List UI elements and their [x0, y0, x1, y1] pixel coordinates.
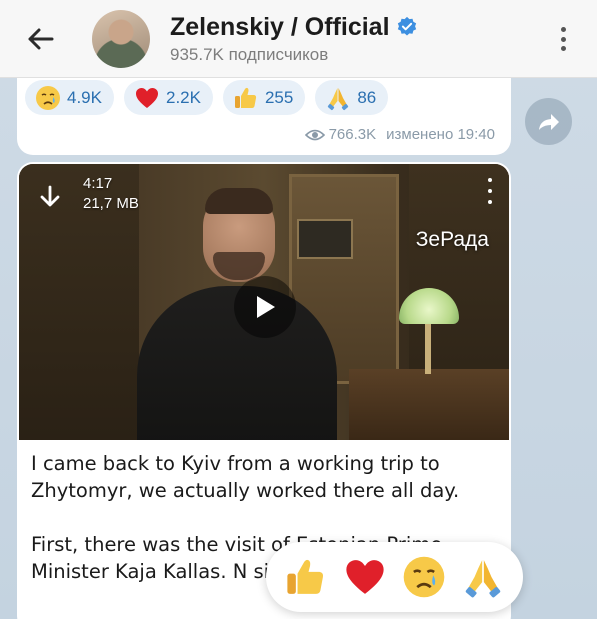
video-scene-lamp-stand [425, 324, 431, 374]
video-meta: 4:17 21,7 MB [83, 174, 139, 214]
message-meta: 766.3K изменено 19:40 [304, 126, 495, 143]
picker-folded-hands[interactable] [458, 552, 508, 602]
verified-icon [397, 16, 416, 36]
chat-header: Zelenskiy / Official 935.7K подписчиков [0, 0, 597, 78]
dot-icon [560, 27, 566, 32]
channel-title: Zelenskiy / Official [170, 12, 390, 41]
video-scene-painting [297, 219, 353, 259]
reaction-picker [266, 542, 523, 612]
thumbs-up-icon [234, 87, 257, 108]
video-options-button[interactable] [483, 178, 497, 204]
edited-timestamp: изменено 19:40 [386, 126, 495, 143]
crying-face-icon [36, 85, 60, 110]
reaction-count: 2.2K [165, 87, 201, 107]
thumbs-up-icon [287, 559, 323, 594]
message-paragraph: I came back to Kyiv from a working trip … [31, 452, 460, 502]
back-button[interactable] [20, 19, 60, 59]
channel-info[interactable]: Zelenskiy / Official 935.7K подписчиков [170, 13, 418, 65]
previous-message-bubble: 4.9K 2.2K 255 86 766.3K изменено 19:40 [17, 70, 511, 155]
red-heart-icon [346, 560, 384, 594]
share-arrow-icon [538, 113, 559, 130]
channel-avatar[interactable] [92, 9, 150, 68]
picker-thumbs-up[interactable] [281, 552, 331, 602]
download-button[interactable] [35, 182, 65, 212]
crying-face-icon [403, 556, 445, 598]
reaction-count: 255 [264, 87, 294, 107]
reaction-heart[interactable]: 2.2K [123, 80, 213, 115]
forward-button[interactable] [525, 98, 572, 145]
dot-icon [560, 36, 566, 42]
video-duration: 4:17 [83, 175, 113, 192]
arrow-left-icon [28, 28, 54, 49]
view-count: 766.3K [328, 126, 377, 143]
subscriber-count: 935.7K подписчиков [170, 44, 329, 64]
folded-hands-icon [466, 560, 501, 598]
reaction-folded-hands[interactable]: 86 [315, 80, 389, 115]
dot-icon [488, 178, 492, 182]
reactions-row: 4.9K 2.2K 255 86 [25, 80, 398, 115]
reaction-count: 4.9K [67, 87, 102, 107]
play-icon [257, 296, 275, 318]
download-arrow-icon [40, 185, 60, 207]
dot-icon [488, 200, 492, 204]
red-heart-icon [135, 87, 158, 108]
reaction-count: 86 [357, 87, 377, 107]
dot-icon [488, 189, 492, 193]
eye-icon [304, 129, 325, 140]
dot-icon [560, 46, 566, 51]
video-size: 21,7 MB [83, 195, 139, 212]
picker-heart[interactable] [340, 552, 390, 602]
play-button[interactable] [234, 276, 296, 338]
folded-hands-icon [328, 87, 349, 110]
picker-crying[interactable] [399, 552, 449, 602]
reaction-thumbs-up[interactable]: 255 [222, 80, 306, 115]
video-info: 4:17 21,7 MB [19, 172, 139, 214]
video-scene-hair [205, 188, 273, 214]
video-watermark: ЗеРада [415, 228, 489, 251]
video-scene-desk [349, 369, 509, 440]
more-options-button[interactable] [551, 22, 575, 56]
reaction-crying[interactable]: 4.9K [25, 80, 114, 115]
video-preview[interactable]: 4:17 21,7 MB ЗеРада [19, 164, 509, 440]
